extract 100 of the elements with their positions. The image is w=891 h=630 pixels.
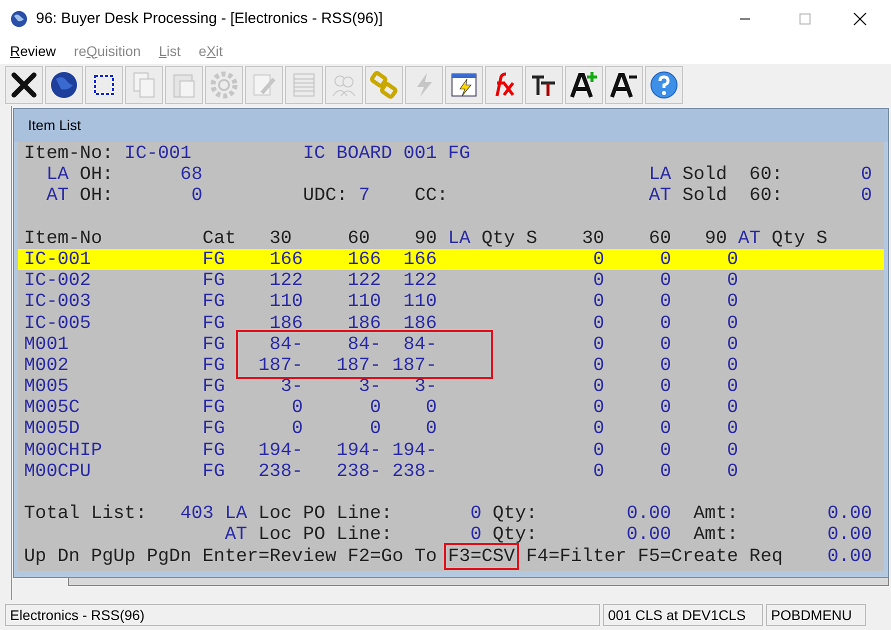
toolbar-button[interactable] bbox=[445, 66, 483, 104]
table-cell: 0 bbox=[660, 440, 672, 461]
table-cell: 0 bbox=[593, 418, 604, 440]
sold-value: 0 bbox=[860, 185, 872, 207]
list-row[interactable]: M00CPU FG 238- 238- 238- 0 0 0 bbox=[24, 460, 884, 482]
footer-value: 0.00 bbox=[827, 546, 872, 567]
table-cell: 0 bbox=[660, 270, 672, 292]
table-cell: FG bbox=[202, 291, 225, 312]
table-cell: 0 bbox=[660, 397, 672, 418]
list-row[interactable]: IC-003 FG 110 110 110 0 0 0 bbox=[24, 291, 884, 312]
chain-icon bbox=[368, 69, 400, 101]
list-row[interactable]: IC-002 FG 122 122 122 0 0 0 bbox=[24, 270, 884, 292]
gear-icon bbox=[208, 69, 240, 101]
table-cell: FG bbox=[202, 312, 225, 334]
table-cell: 0 bbox=[426, 418, 437, 440]
toolbar-button[interactable] bbox=[605, 66, 643, 104]
table-cell: 0 bbox=[593, 440, 604, 461]
table-cell: IC-001 bbox=[24, 248, 91, 270]
list-row[interactable]: M005C FG 0 0 0 0 0 0 bbox=[24, 397, 884, 418]
status-pane: 001 CLS at DEV1CLS bbox=[603, 604, 763, 626]
status-pane: POBDMENU bbox=[766, 604, 866, 626]
table-cell: FG bbox=[202, 334, 225, 355]
app-globe-icon bbox=[10, 10, 28, 28]
column-header: AT bbox=[738, 228, 760, 249]
table-cell: 0 bbox=[593, 248, 604, 270]
table-cell: M005 bbox=[24, 376, 69, 398]
table-cell: 0 bbox=[660, 460, 672, 482]
field-label: 60: bbox=[749, 164, 783, 186]
table-cell: 186 bbox=[403, 312, 437, 334]
table-cell: 0 bbox=[593, 397, 604, 418]
location-code: LA bbox=[224, 503, 248, 524]
field-label: Qty: bbox=[492, 503, 538, 524]
table-cell: 0 bbox=[292, 397, 303, 418]
toolbar-button[interactable] bbox=[525, 66, 563, 104]
field-label: CC: bbox=[414, 185, 448, 207]
toolbar-button[interactable] bbox=[45, 66, 83, 104]
list-row[interactable]: M00CHIP FG 194- 194- 194- 0 0 0 bbox=[24, 440, 884, 461]
table-cell: 194- bbox=[392, 440, 437, 461]
table-cell: 0 bbox=[593, 354, 604, 376]
table-cell: IC-005 bbox=[24, 312, 91, 334]
table-cell: 0 bbox=[292, 418, 303, 440]
amount-value: 0.00 bbox=[827, 503, 872, 524]
table-cell: 0 bbox=[370, 418, 382, 440]
toolbar-button[interactable] bbox=[645, 66, 683, 104]
column-header: Qty S bbox=[772, 228, 828, 249]
table-cell: IC-002 bbox=[24, 270, 91, 292]
table-cell: 0 bbox=[593, 312, 604, 334]
table-cell: 0 bbox=[660, 354, 672, 376]
table-cell: 0 bbox=[726, 354, 738, 376]
table-cell: 0 bbox=[593, 460, 604, 482]
table-cell: 0 bbox=[593, 376, 604, 398]
window-title: 96: Buyer Desk Processing - [Electronics - RSS(96)] bbox=[36, 8, 383, 29]
table-cell: 186 bbox=[269, 312, 303, 334]
menu-item[interactable]: Review bbox=[10, 40, 56, 62]
total-count: 403 bbox=[180, 503, 214, 524]
child-window-title: Item List bbox=[28, 116, 81, 135]
location-code: AT bbox=[224, 524, 248, 546]
table-cell: 187- bbox=[258, 354, 303, 376]
list-row[interactable]: M002 FG 187- 187- 187- 0 0 0 bbox=[24, 354, 884, 376]
table-cell: FG bbox=[202, 418, 225, 440]
toolbar-button[interactable] bbox=[5, 66, 43, 104]
field-label: Item-No: bbox=[24, 143, 114, 164]
list-row[interactable]: M005D FG 0 0 0 0 0 0 bbox=[24, 418, 884, 440]
list-row[interactable]: M005 FG 3- 3- 3- 0 0 0 bbox=[24, 376, 884, 398]
table-cell: 122 bbox=[403, 270, 437, 292]
table-cell: 110 bbox=[403, 291, 437, 312]
table-cell: 110 bbox=[348, 291, 382, 312]
close-icon[interactable] bbox=[853, 12, 867, 26]
table-cell: 110 bbox=[269, 291, 303, 312]
table-cell: M005C bbox=[24, 397, 80, 418]
table-cell: M001 bbox=[24, 334, 69, 355]
field-label: Amt: bbox=[694, 524, 738, 546]
list-row[interactable]: IC-005 FG 186 186 186 0 0 0 bbox=[24, 312, 884, 334]
on-hand-value: 0 bbox=[191, 185, 203, 207]
help-icon bbox=[648, 69, 680, 101]
table-cell: 0 bbox=[726, 397, 738, 418]
field-label: Loc PO Line: bbox=[258, 524, 392, 546]
table-cell: 238- bbox=[336, 460, 382, 482]
table-cell: 3- bbox=[358, 376, 382, 398]
table-cell: FG bbox=[202, 460, 225, 482]
table-cell: 3- bbox=[414, 376, 437, 398]
table-cell: M005D bbox=[24, 418, 80, 440]
list-row[interactable]: IC-001 FG 166 166 166 0 0 0 bbox=[18, 248, 884, 270]
table-cell: 0 bbox=[726, 440, 738, 461]
table-cell: 0 bbox=[660, 248, 672, 270]
list-row[interactable]: M001 FG 84- 84- 84- 0 0 0 bbox=[24, 334, 884, 355]
po-line-count: 0 bbox=[470, 503, 482, 524]
field-label: Sold bbox=[682, 185, 728, 207]
table-cell: 0 bbox=[726, 312, 738, 334]
sold-value: 0 bbox=[860, 164, 872, 186]
field-label: 60: bbox=[749, 185, 783, 207]
column-header: 60 bbox=[648, 228, 672, 249]
toolbar-button[interactable] bbox=[85, 66, 123, 104]
column-header: Qty S bbox=[482, 228, 538, 249]
quantity-value: 0.00 bbox=[626, 524, 672, 546]
table-cell: 122 bbox=[269, 270, 303, 292]
status-pane: Electronics - RSS(96) bbox=[5, 604, 600, 626]
table-cell: 0 bbox=[593, 291, 604, 312]
toolbar-button[interactable] bbox=[565, 66, 603, 104]
quantity-value: 0.00 bbox=[626, 503, 672, 524]
